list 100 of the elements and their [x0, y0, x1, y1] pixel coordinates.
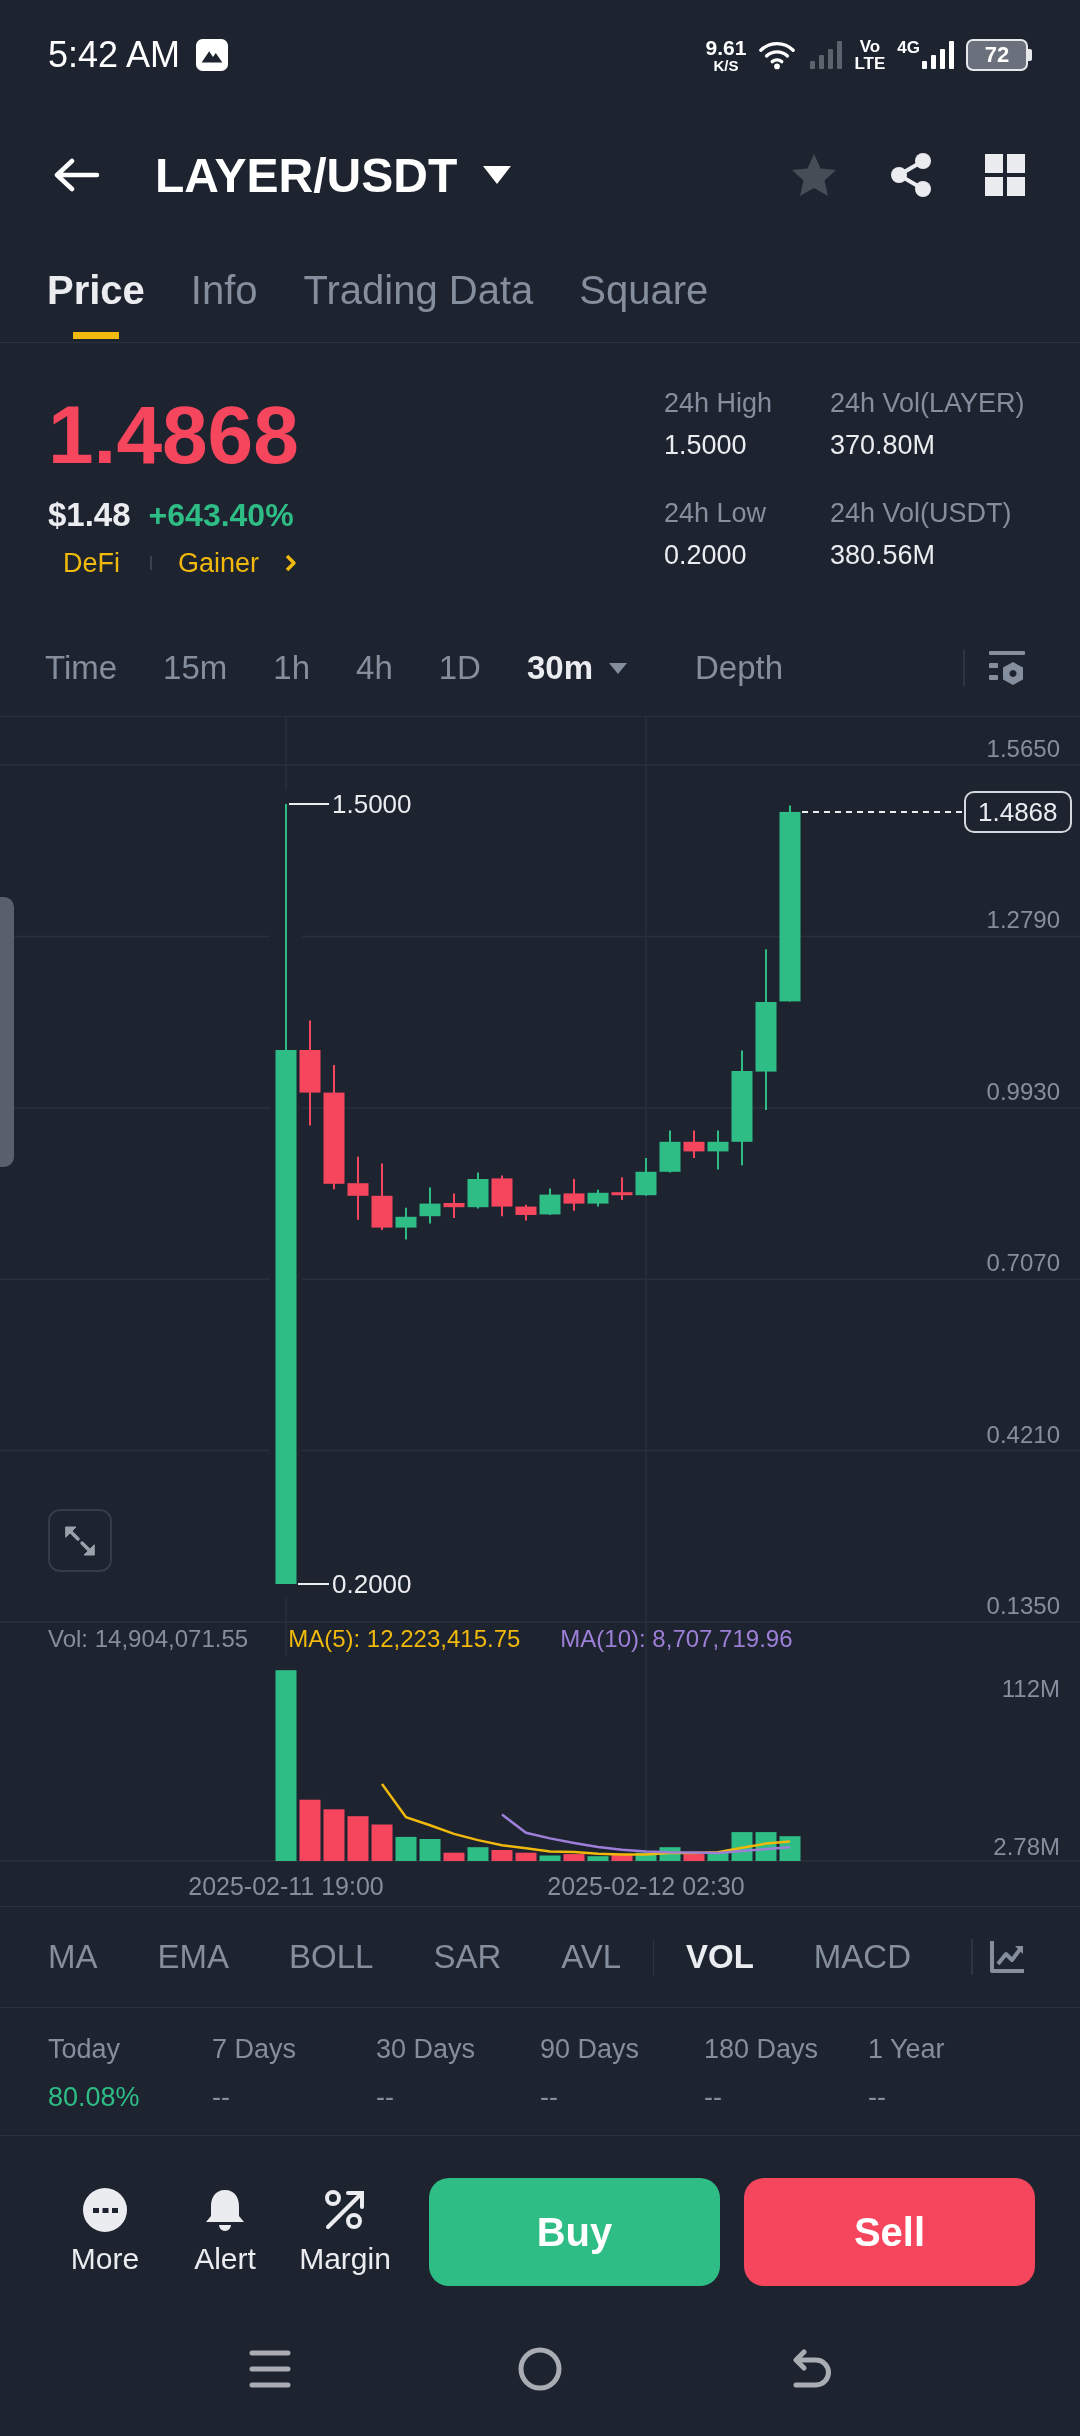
falling-candle — [611, 1176, 633, 1201]
indicator-tab[interactable]: BOLL — [289, 1937, 374, 1977]
chart-tab[interactable]: 30m — [526, 648, 627, 688]
price-change: +643.40% — [148, 496, 294, 534]
indicator-tab[interactable]: MACD — [813, 1937, 911, 1977]
sell-button[interactable]: Sell — [744, 2178, 1035, 2286]
indicator-tab[interactable]: EMA — [157, 1937, 229, 1977]
axis-label: 0.1350 — [986, 1592, 1060, 1620]
side-handle[interactable] — [0, 897, 14, 1167]
period-change: -- — [540, 2081, 558, 2114]
mountain-icon — [196, 39, 229, 71]
stat-label: 24h Vol(USDT) — [830, 497, 1012, 530]
network-label: Vo — [859, 38, 881, 55]
volume-bar — [395, 1836, 417, 1861]
alert-button[interactable]: Alert — [165, 2188, 285, 2276]
rising-candle — [395, 1206, 417, 1241]
period-change: -- — [704, 2081, 722, 2114]
buy-button[interactable]: Buy — [429, 2178, 720, 2286]
falling-candle — [347, 1155, 369, 1221]
volume-bar — [323, 1809, 345, 1861]
axis-label: 1.5650 — [986, 735, 1060, 763]
volume-bar — [515, 1852, 537, 1861]
star-icon[interactable] — [791, 153, 837, 197]
falling-candle — [515, 1203, 537, 1222]
signal-icon — [920, 39, 954, 71]
falling-candle — [491, 1174, 513, 1218]
wifi-icon — [758, 39, 797, 71]
rising-candle — [467, 1171, 489, 1210]
axis-label: 112M — [1001, 1675, 1060, 1703]
stat-value: 370.80M — [830, 429, 936, 462]
home-icon[interactable] — [518, 2347, 562, 2391]
volume-bar — [683, 1854, 705, 1861]
high-price-label: 1.5000 — [332, 789, 412, 819]
indicator-tab[interactable]: AVL — [561, 1937, 622, 1977]
indicator-tab[interactable]: SAR — [433, 1937, 502, 1977]
volume-bar — [635, 1852, 657, 1861]
menu-icon[interactable] — [249, 2350, 291, 2388]
tab[interactable]: Trading Data — [303, 240, 534, 342]
chart-tab[interactable]: 1h — [273, 648, 311, 688]
rising-candle — [635, 1157, 657, 1197]
chart-tab[interactable]: 4h — [356, 648, 393, 688]
expand-icon — [64, 1524, 96, 1557]
usd-price: $1.48 — [48, 496, 131, 534]
volume-bar — [707, 1852, 729, 1861]
stat-label: 24h Low — [664, 497, 767, 530]
axis-label: 0.7070 — [986, 1249, 1060, 1278]
period-label: Today — [48, 2033, 121, 2066]
falling-candle — [563, 1178, 585, 1212]
rising-candle — [707, 1129, 729, 1171]
chart-icon[interactable] — [989, 1940, 1025, 1974]
more-icon — [83, 2188, 127, 2232]
rising-candle — [419, 1186, 441, 1225]
caret-icon — [609, 662, 627, 674]
period-change: -- — [376, 2081, 394, 2114]
back-icon[interactable] — [52, 158, 100, 192]
battery-indicator: 72 — [966, 39, 1032, 71]
margin-button[interactable]: Margin — [285, 2188, 405, 2276]
rising-candle — [587, 1188, 609, 1208]
time-label: 2025-02-11 19:00 — [188, 1872, 384, 1900]
chart-tab[interactable]: Time — [45, 648, 118, 688]
tag-link[interactable]: DeFi — [63, 545, 120, 581]
legend-label: MA(5): 12,223,415.75 — [288, 1625, 521, 1653]
period-label: 1 Year — [868, 2033, 945, 2066]
chevron-icon[interactable] — [285, 554, 298, 572]
period-change: -- — [868, 2081, 886, 2114]
tab[interactable]: Square — [579, 240, 709, 342]
expand-button[interactable] — [48, 1509, 112, 1572]
volume-bar — [347, 1816, 369, 1861]
leader-line — [288, 803, 330, 805]
volume-bar — [563, 1854, 585, 1861]
last-price-tag: 1.4868 — [964, 791, 1072, 833]
period-label: 180 Days — [704, 2033, 819, 2066]
axis-label: 0.4210 — [986, 1420, 1060, 1449]
grid-icon[interactable] — [985, 154, 1025, 196]
volume-bar — [611, 1854, 633, 1861]
period-label: 7 Days — [212, 2033, 297, 2066]
stat-label: 24h High — [664, 387, 773, 420]
indicator-tab[interactable]: VOL — [686, 1937, 754, 1977]
tag-link[interactable]: Gainer — [178, 545, 260, 581]
stat-value: 0.2000 — [664, 539, 747, 572]
chart-tab[interactable]: 15m — [163, 648, 228, 688]
volume-bar — [371, 1824, 393, 1861]
bell-icon — [203, 2188, 247, 2232]
rising-candle — [659, 1129, 681, 1174]
legend-label: MA(10): 8,707,719.96 — [560, 1625, 793, 1653]
stat-value: 1.5000 — [664, 429, 747, 462]
time-label: 2025-02-12 02:30 — [547, 1872, 745, 1900]
more-button[interactable]: More — [45, 2188, 165, 2276]
indicator-tab[interactable]: MA — [48, 1937, 98, 1977]
settings-icon[interactable] — [989, 651, 1025, 685]
pair-selector[interactable]: LAYER/USDT — [155, 147, 512, 203]
tab[interactable]: Price — [47, 240, 145, 342]
share-icon[interactable] — [889, 152, 933, 198]
tab[interactable]: Info — [190, 240, 258, 342]
leader-line — [297, 1583, 330, 1585]
chart-tab[interactable]: 1D — [438, 648, 481, 688]
falling-candle — [371, 1162, 393, 1231]
volume-bar — [491, 1850, 513, 1861]
chart-tab[interactable]: Depth — [695, 648, 784, 688]
period-label: 90 Days — [540, 2033, 640, 2066]
